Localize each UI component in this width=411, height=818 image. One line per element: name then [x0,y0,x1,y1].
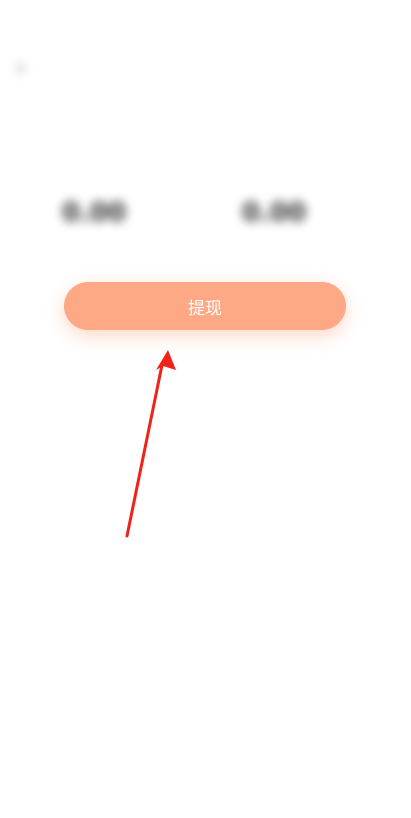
arrow-head [156,350,176,370]
arrow-shaft [125,363,164,538]
screen: ‹ 0.00 0.00 提现 [0,0,411,818]
annotation-arrow-icon [125,350,176,538]
